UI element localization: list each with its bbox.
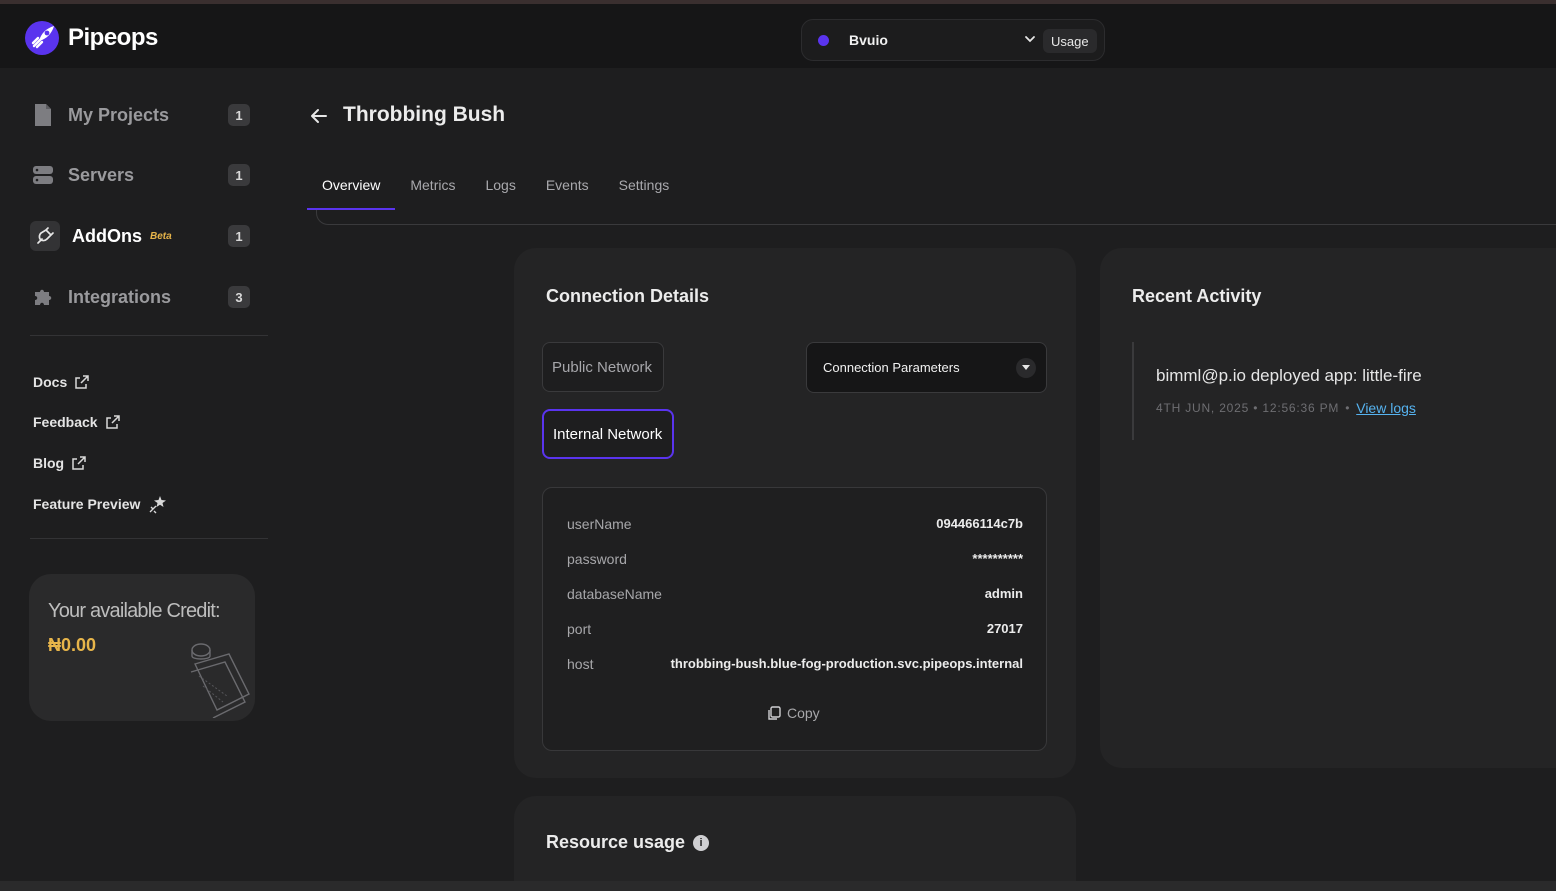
activity-timestamp: 4TH JUN, 2025 • 12:56:36 PM	[1156, 401, 1340, 415]
param-row: databaseName admin	[567, 586, 1023, 602]
param-key: host	[567, 656, 594, 672]
param-key: port	[567, 621, 592, 637]
caret-down-icon	[1016, 358, 1036, 378]
credit-card: Your available Credit: ₦0.00	[29, 574, 255, 721]
timeline-line	[1132, 342, 1134, 440]
select-value: Connection Parameters	[823, 360, 960, 375]
link-label: Feedback	[33, 414, 98, 430]
count-badge: 1	[228, 104, 250, 126]
link-label: Feature Preview	[33, 496, 141, 512]
view-logs-link[interactable]: View logs	[1356, 400, 1416, 416]
back-arrow-icon[interactable]	[309, 106, 329, 126]
bottom-strip	[0, 881, 1556, 891]
resource-usage-label: Resource usage	[546, 832, 686, 852]
activity-item-meta: 4TH JUN, 2025 • 12:56:36 PM • View logs	[1156, 400, 1416, 416]
connection-parameters-select[interactable]: Connection Parameters	[806, 342, 1047, 393]
beta-badge: Beta	[150, 230, 172, 242]
param-key: password	[567, 551, 627, 567]
sidebar-divider	[30, 538, 268, 539]
project-selector[interactable]: Bvuio Usage	[801, 19, 1105, 61]
logo[interactable]: Pipeops	[24, 20, 158, 56]
sidebar-item-integrations[interactable]: Integrations 3	[30, 280, 250, 314]
top-bar: Pipeops Bvuio Usage	[0, 4, 1556, 68]
server-icon	[30, 162, 56, 188]
feedback-link[interactable]: Feedback	[33, 414, 120, 430]
tab-bar: Overview Metrics Logs Events Settings	[307, 170, 684, 210]
param-value[interactable]: admin	[985, 586, 1023, 602]
copy-icon	[768, 705, 781, 720]
count-badge: 1	[228, 164, 250, 186]
project-status-dot	[818, 34, 829, 46]
param-key: userName	[567, 516, 632, 532]
docs-link[interactable]: Docs	[33, 374, 89, 390]
sidebar-item-servers[interactable]: Servers 1	[30, 158, 250, 192]
recent-activity-card: Recent Activity	[1100, 248, 1556, 768]
page-title: Throbbing Bush	[343, 103, 506, 126]
resource-usage-title: Resource usage i	[546, 832, 710, 853]
meta-separator: •	[1345, 401, 1351, 415]
internal-network-button[interactable]: Internal Network	[542, 409, 674, 459]
param-row: password **********	[567, 551, 1023, 567]
info-icon[interactable]: i	[693, 835, 710, 852]
external-link-icon	[75, 375, 89, 389]
param-key: databaseName	[567, 586, 662, 602]
sidebar-item-label: Integrations	[68, 286, 172, 307]
feature-preview-link[interactable]: Feature Preview	[33, 494, 168, 514]
tab-underline-divider	[316, 210, 1556, 225]
external-link-icon	[105, 415, 120, 429]
tab-overview[interactable]: Overview	[307, 170, 396, 210]
param-value[interactable]: **********	[972, 551, 1023, 567]
sidebar: My Projects 1 Servers 1 AddOns Beta 1 In…	[0, 68, 290, 891]
credit-amount: ₦0.00	[48, 635, 97, 655]
connection-params-box: userName 094466114c7b password *********…	[542, 487, 1047, 751]
public-network-button[interactable]: Public Network	[542, 342, 664, 392]
chevron-down-icon[interactable]	[1024, 33, 1036, 45]
plug-icon	[30, 221, 60, 251]
tab-logs[interactable]: Logs	[470, 170, 530, 210]
param-row: host throbbing-bush.blue-fog-production.…	[567, 656, 1023, 672]
wallet-illustration-icon	[190, 643, 250, 718]
project-name: Bvuio	[849, 32, 888, 48]
copy-button[interactable]: Copy	[767, 705, 820, 721]
external-link-icon	[72, 456, 86, 470]
sidebar-item-addons[interactable]: AddOns Beta 1	[30, 219, 250, 253]
activity-item-text: bimml@p.io deployed app: little-fire	[1156, 366, 1422, 385]
param-row: userName 094466114c7b	[567, 516, 1023, 532]
tab-events[interactable]: Events	[531, 170, 604, 210]
file-icon	[30, 102, 56, 128]
connection-details-title: Connection Details	[546, 286, 710, 306]
rocket-logo-icon	[25, 21, 59, 55]
puzzle-icon	[30, 284, 56, 310]
param-row: port 27017	[567, 621, 1023, 637]
count-badge: 3	[228, 286, 250, 308]
sidebar-item-label: AddOns	[72, 225, 142, 246]
link-label: Docs	[33, 374, 68, 390]
count-badge: 1	[228, 225, 250, 247]
credit-title: Your available Credit:	[48, 600, 221, 622]
copy-label: Copy	[787, 705, 820, 721]
blog-link[interactable]: Blog	[33, 455, 86, 471]
link-label: Blog	[33, 455, 65, 471]
param-value[interactable]: 094466114c7b	[936, 516, 1023, 532]
param-value[interactable]: 27017	[987, 621, 1023, 637]
sidebar-item-label: Servers	[68, 164, 135, 185]
resource-usage-card: Resource usage i	[514, 796, 1076, 891]
recent-activity-title: Recent Activity	[1132, 286, 1262, 306]
app-name: Pipeops	[68, 24, 158, 51]
usage-button[interactable]: Usage	[1043, 29, 1097, 53]
param-value[interactable]: throbbing-bush.blue-fog-production.svc.p…	[671, 656, 1023, 672]
sparkle-pin-icon	[149, 496, 167, 514]
tab-metrics[interactable]: Metrics	[395, 170, 470, 210]
tab-settings[interactable]: Settings	[604, 170, 685, 210]
sidebar-divider	[30, 335, 268, 336]
sidebar-item-my-projects[interactable]: My Projects 1	[30, 98, 250, 132]
sidebar-item-label: My Projects	[68, 104, 170, 125]
